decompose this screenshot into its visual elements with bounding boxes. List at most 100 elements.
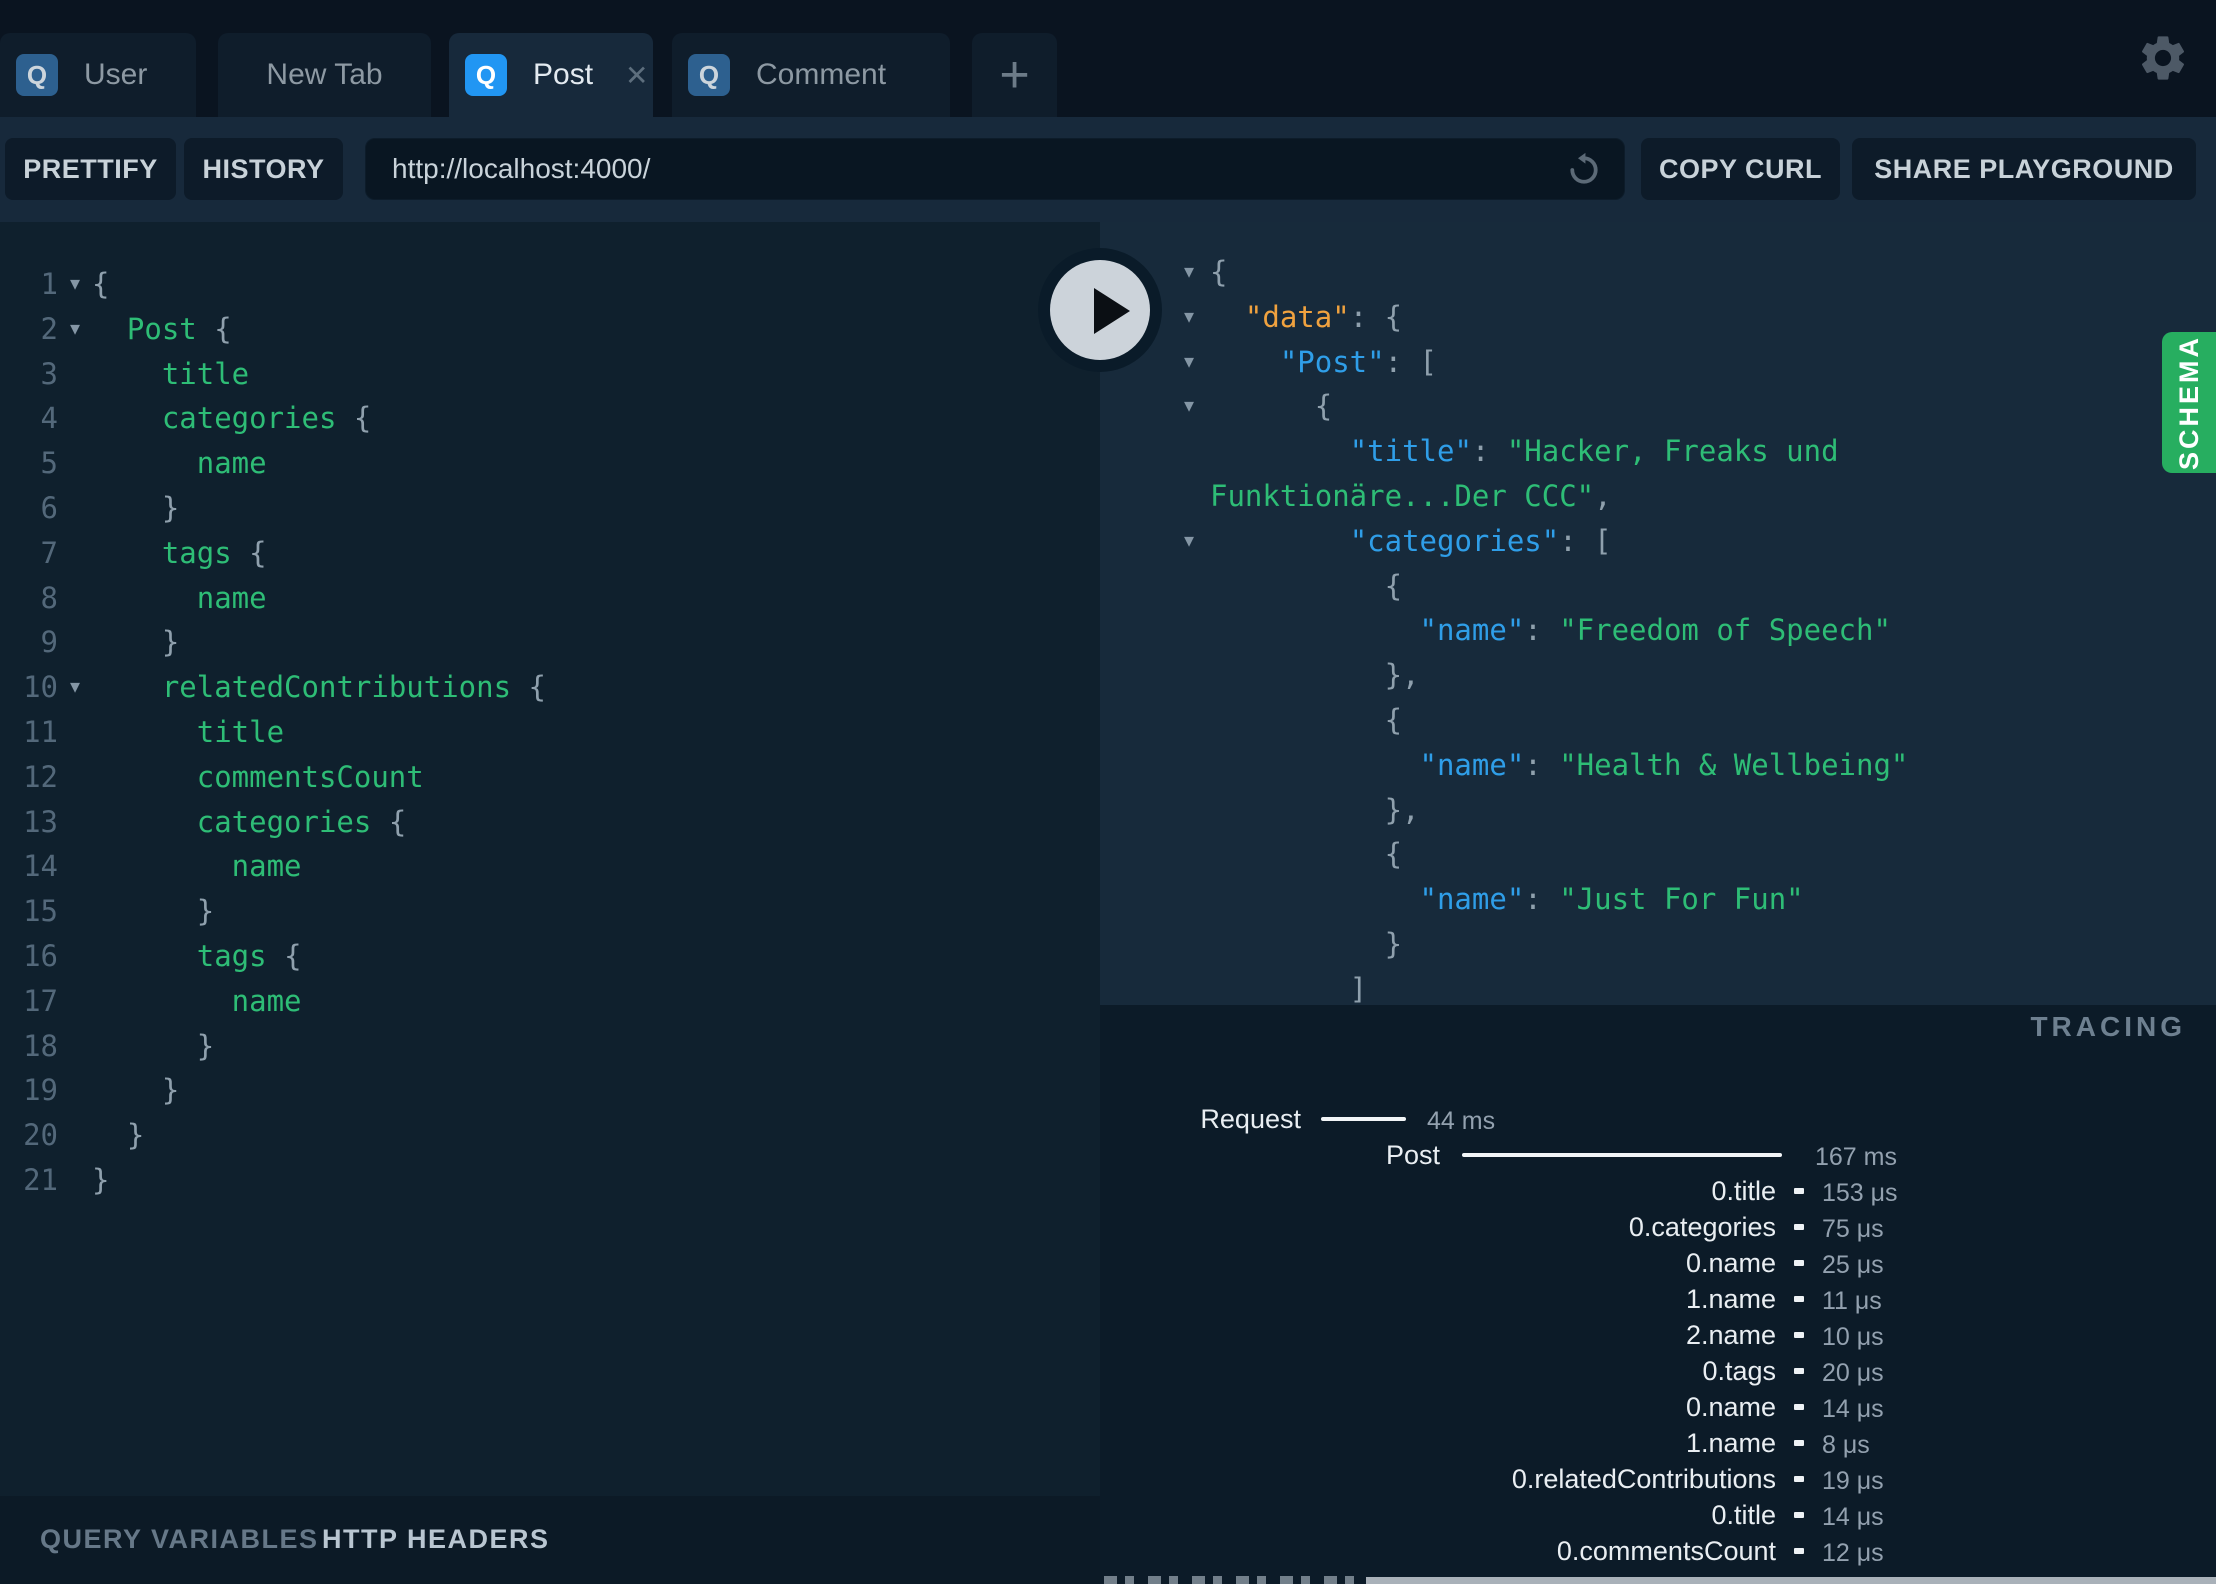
token: , — [1594, 478, 1612, 513]
token: : { — [1349, 299, 1403, 334]
editor-line: 1 ▾{ — [0, 262, 1100, 307]
horizontal-scrollbar[interactable] — [1366, 1577, 2216, 1584]
line-number: 6 — [40, 490, 58, 525]
token: "categories" — [1349, 523, 1560, 558]
response-line: Funktionäre...Der CCC", — [1100, 474, 2216, 519]
response-line: ▾{ — [1100, 250, 2216, 295]
token: : — [1524, 747, 1560, 782]
code-text: name — [92, 979, 302, 1024]
code-text: ] — [1210, 967, 1367, 1005]
line-number: 19 — [23, 1073, 58, 1108]
fold-arrow-icon[interactable]: ▾ — [58, 262, 92, 307]
line-number: 18 — [23, 1028, 58, 1063]
editor-line: 11 title — [0, 710, 1100, 755]
toolbar: PRETTIFY HISTORY COPY CURL SHARE PLAYGRO… — [0, 117, 2216, 222]
query-variables-tab[interactable]: QUERY VARIABLES — [40, 1524, 319, 1555]
tracing-duration-dot — [1794, 1512, 1804, 1518]
tracing-row: 1.name 11 μs — [1100, 1283, 2216, 1315]
tracing-row-label: Request — [1200, 1104, 1301, 1134]
tab-post[interactable]: Q Post ✕ — [449, 33, 653, 117]
token: name — [92, 446, 267, 481]
response-gutter — [1100, 788, 1210, 833]
code-text: name — [92, 441, 267, 486]
editor-line: 19 } — [0, 1068, 1100, 1113]
token: "data" — [1244, 299, 1350, 334]
share-playground-button[interactable]: SHARE PLAYGROUND — [1852, 138, 2196, 200]
tracing-title[interactable]: TRACING — [2030, 1011, 2186, 1043]
schema-side-tab[interactable]: SCHEMA — [2162, 332, 2216, 473]
token: "Post" — [1279, 344, 1385, 379]
token: title — [92, 714, 285, 749]
code-text: { — [1210, 384, 1332, 429]
token: : [ — [1384, 344, 1437, 379]
response-line: "name": "Health & Wellbeing" — [1100, 743, 2216, 788]
fold-arrow-icon[interactable]: ▾ — [1172, 295, 1206, 340]
response-line: ▾ { — [1100, 384, 2216, 429]
tab-comment[interactable]: Q Comment — [672, 33, 950, 117]
tab-user[interactable]: Q User — [0, 33, 196, 117]
line-number: 13 — [23, 804, 58, 839]
code-text: } — [92, 1024, 214, 1069]
editor-line: 20 } — [0, 1113, 1100, 1158]
token: "Health & Wellbeing" — [1559, 747, 1909, 782]
fold-arrow-icon[interactable]: ▾ — [1172, 519, 1206, 564]
token: { — [1210, 255, 1228, 289]
prettify-button[interactable]: PRETTIFY — [5, 138, 176, 200]
response-line: "title": "Hacker, Freaks und — [1100, 429, 2216, 474]
code-text: name — [92, 844, 302, 889]
tracing-duration-dot — [1794, 1548, 1804, 1554]
editor-line: 13 categories { — [0, 800, 1100, 845]
code-text: "data": { — [1210, 295, 1402, 340]
query-editor[interactable]: 1 ▾{2 ▾ Post {3 title 4 categories {5 name 6… — [0, 222, 1100, 1496]
endpoint-url-input[interactable] — [365, 138, 1625, 200]
editor-line: 21} — [0, 1158, 1100, 1203]
new-tab-button[interactable]: + — [972, 33, 1057, 117]
fold-arrow-icon[interactable]: ▾ — [58, 665, 92, 710]
token: { — [371, 804, 407, 839]
fold-arrow-icon[interactable]: ▾ — [58, 307, 92, 352]
line-number: 2 — [40, 311, 58, 346]
http-headers-tab[interactable]: HTTP HEADERS — [322, 1524, 550, 1555]
response-line: ▾ "data": { — [1100, 295, 2216, 340]
history-button[interactable]: HISTORY — [184, 138, 343, 200]
tab-label: User — [84, 58, 148, 91]
tracing-row-value: 20 μs — [1822, 1359, 1884, 1387]
token: { — [231, 535, 267, 570]
copy-curl-button[interactable]: COPY CURL — [1641, 138, 1840, 200]
tracing-duration-bar — [1462, 1153, 1782, 1157]
code-text: { — [1210, 250, 1227, 295]
editor-line: 2 ▾ Post { — [0, 307, 1100, 352]
tracing-row: 0.name 25 μs — [1100, 1247, 2216, 1279]
editor-line: 6 } — [0, 486, 1100, 531]
fold-arrow-icon[interactable]: ▾ — [1172, 384, 1206, 429]
tracing-duration-dot — [1794, 1440, 1804, 1446]
editor-line: 17 name — [0, 979, 1100, 1024]
line-number: 17 — [23, 983, 58, 1018]
tracing-row-value: 25 μs — [1822, 1251, 1884, 1279]
tracing-row-value: 12 μs — [1822, 1539, 1884, 1567]
code-text: categories { — [92, 396, 372, 441]
token: }, — [1210, 792, 1420, 827]
code-text: "name": "Freedom of Speech" — [1210, 608, 1891, 653]
settings-button[interactable] — [2136, 31, 2190, 85]
fold-arrow-icon[interactable]: ▾ — [1172, 340, 1206, 385]
tracing-row-value: 14 μs — [1822, 1503, 1884, 1531]
fold-arrow-icon[interactable]: ▾ — [1172, 250, 1206, 295]
code-text: commentsCount — [92, 755, 424, 800]
close-tab-icon[interactable]: ✕ — [625, 59, 648, 92]
execute-query-button[interactable] — [1038, 248, 1162, 372]
token: name — [92, 849, 302, 884]
tab-new-tab[interactable]: New Tab — [218, 33, 431, 117]
code-text: }, — [1210, 653, 1420, 698]
reload-schema-icon[interactable] — [1565, 151, 1603, 189]
line-number: 9 — [40, 625, 58, 660]
tracing-row: 0.name 14 μs — [1100, 1391, 2216, 1423]
response-line: ▾ "Post": [ — [1100, 340, 2216, 385]
